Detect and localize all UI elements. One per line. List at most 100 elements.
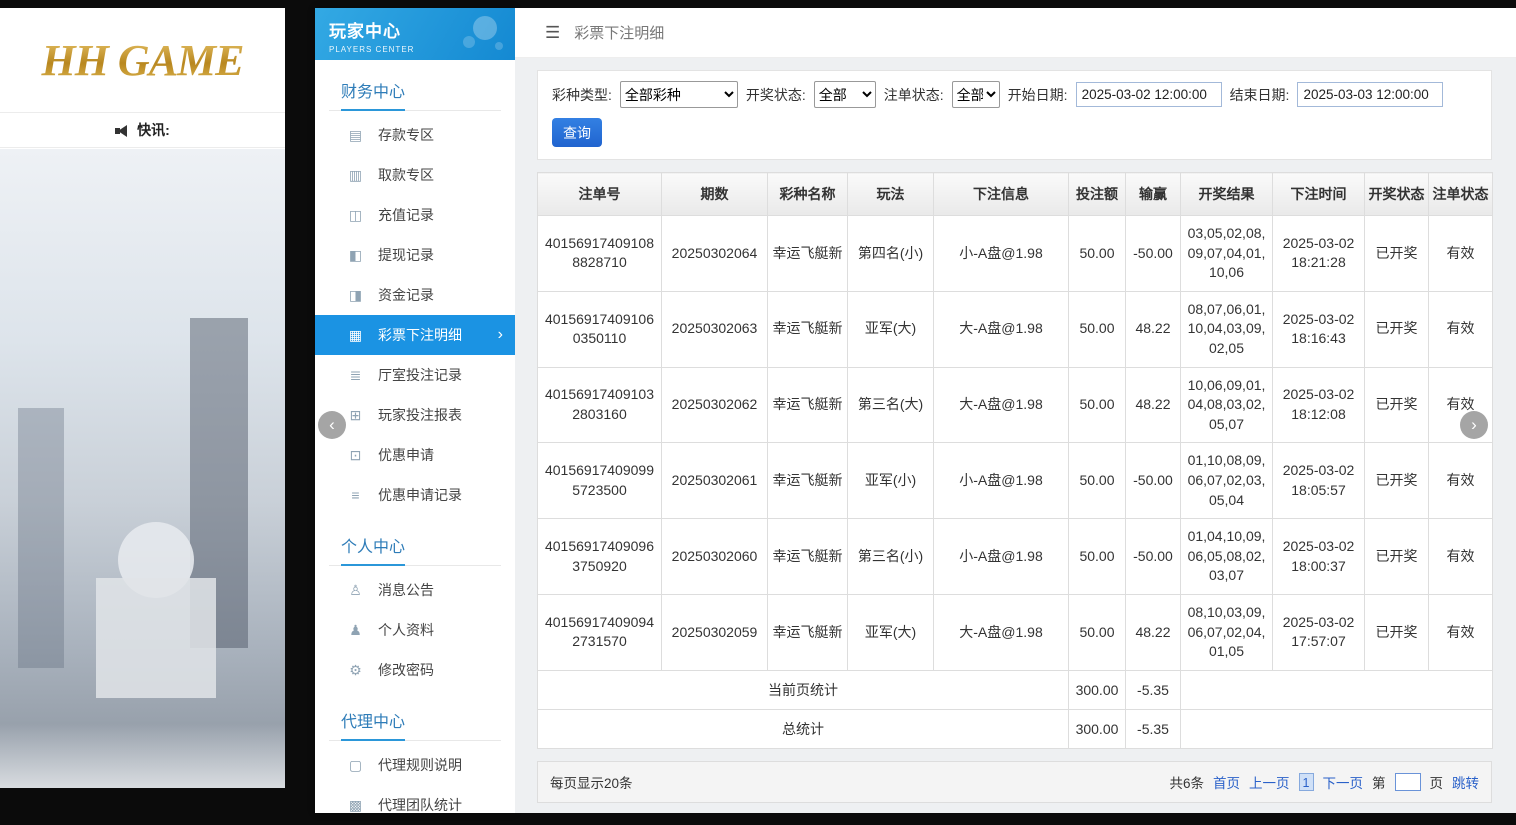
agent-team-icon: ▩: [347, 797, 364, 814]
table-cell: 小-A盘@1.98: [934, 519, 1069, 595]
city-photo: [0, 149, 285, 788]
table-cell: 20250302063: [662, 291, 768, 367]
menu-icon[interactable]: ☰: [545, 23, 560, 43]
end-date-input[interactable]: [1297, 82, 1443, 107]
sidebar-item[interactable]: ⚙修改密码: [315, 650, 515, 690]
table-cell: 401569174091032803160: [538, 367, 662, 443]
query-button[interactable]: 查询: [552, 118, 602, 147]
sidebar-item[interactable]: ▤存款专区: [315, 115, 515, 155]
table-cell: 小-A盘@1.98: [934, 216, 1069, 292]
column-header: 彩种名称: [768, 173, 848, 216]
sidebar-item-label: 消息公告: [378, 580, 434, 600]
lottery-type-select[interactable]: 全部彩种: [620, 81, 738, 108]
table-row: 40156917409103280316020250302062幸运飞艇新第三名…: [538, 367, 1493, 443]
filter-panel: 彩种类型: 全部彩种 开奖状态: 全部 注单状态: 全部 开始日期: 结束日期:…: [537, 70, 1492, 160]
bets-table-wrap: 注单号期数彩种名称玩法下注信息投注额输赢开奖结果下注时间开奖状态注单状态 401…: [537, 172, 1492, 749]
table-cell: 10,06,09,01,04,08,03,02,05,07: [1181, 367, 1273, 443]
end-date-label: 结束日期:: [1230, 85, 1290, 105]
sidebar-item[interactable]: ▢代理规则说明: [315, 745, 515, 785]
building-shape: [96, 578, 216, 698]
sidebar-item[interactable]: ◫充值记录: [315, 195, 515, 235]
table-cell: 03,05,02,08,09,07,04,01,10,06: [1181, 216, 1273, 292]
carousel-left-icon: ‹: [329, 415, 335, 435]
sidebar-header: 玩家中心 PLAYERS CENTER: [315, 8, 515, 60]
sidebar-item[interactable]: ⊡ 优惠申请: [315, 435, 515, 475]
start-date-input[interactable]: [1076, 82, 1222, 107]
jump-link[interactable]: 跳转: [1452, 772, 1479, 792]
page-jump-input[interactable]: [1395, 773, 1421, 791]
start-date-label: 开始日期:: [1008, 85, 1068, 105]
table-row: 40156917409099572350020250302061幸运飞艇新亚军(…: [538, 443, 1493, 519]
table-cell: 50.00: [1069, 216, 1126, 292]
carousel-left-button[interactable]: ‹: [318, 411, 346, 439]
summary-cell: -5.35: [1126, 670, 1181, 709]
order-status-select[interactable]: 全部: [952, 81, 1000, 108]
column-header: 玩法: [848, 173, 934, 216]
table-cell: 2025-03-02 18:00:37: [1273, 519, 1365, 595]
summary-cell: 总统计: [538, 709, 1069, 748]
sidebar-item[interactable]: ▦彩票下注明细›: [315, 315, 515, 355]
table-cell: 50.00: [1069, 367, 1126, 443]
section-title: 个人中心: [329, 523, 501, 566]
table-cell: 大-A盘@1.98: [934, 594, 1069, 670]
next-page-link[interactable]: 下一页: [1323, 772, 1364, 792]
promo-apply-icon: ⊡: [347, 447, 364, 464]
summary-cell: -5.35: [1126, 709, 1181, 748]
table-header-row: 注单号期数彩种名称玩法下注信息投注额输赢开奖结果下注时间开奖状态注单状态: [538, 173, 1493, 216]
sidebar-item[interactable]: ♙ 消息公告: [315, 570, 515, 610]
table-cell: 有效: [1429, 443, 1493, 519]
sidebar-item[interactable]: ◨资金记录: [315, 275, 515, 315]
draw-status-select[interactable]: 全部: [814, 81, 876, 108]
chevron-right-icon: ›: [498, 326, 503, 344]
content: 彩种类型: 全部彩种 开奖状态: 全部 注单状态: 全部 开始日期: 结束日期:…: [537, 70, 1492, 813]
table-cell: 401569174090995723500: [538, 443, 662, 519]
table-cell: 有效: [1429, 594, 1493, 670]
prev-page-link[interactable]: 上一页: [1249, 772, 1290, 792]
summary-cell: 300.00: [1069, 709, 1126, 748]
sidebar-item[interactable]: ▥取款专区: [315, 155, 515, 195]
sidebar-item[interactable]: ≡优惠申请记录: [315, 475, 515, 515]
sidebar-item[interactable]: ≣厅室投注记录: [315, 355, 515, 395]
table-cell: 亚军(小): [848, 443, 934, 519]
profile-icon: ♟: [347, 622, 364, 639]
table-cell: 20250302064: [662, 216, 768, 292]
summary-cell: [1181, 670, 1493, 709]
table-cell: 50.00: [1069, 594, 1126, 670]
message-icon: ♙: [347, 582, 364, 599]
table-cell: 20250302060: [662, 519, 768, 595]
page-suffix-label: 页: [1430, 772, 1444, 792]
player-report-icon: ⊞: [347, 407, 364, 424]
carousel-right-button[interactable]: ›: [1460, 411, 1488, 439]
table-cell: 已开奖: [1365, 443, 1429, 519]
table-cell: 幸运飞艇新: [768, 367, 848, 443]
page-prefix-label: 第: [1372, 772, 1386, 792]
table-cell: 已开奖: [1365, 216, 1429, 292]
sidebar-item[interactable]: ♟个人资料: [315, 610, 515, 650]
section-title: 代理中心: [329, 698, 501, 741]
table-cell: 幸运飞艇新: [768, 216, 848, 292]
cashout-record-icon: ◧: [347, 247, 364, 264]
table-cell: 20250302059: [662, 594, 768, 670]
deposit-icon: ▤: [347, 127, 364, 144]
table-cell: 2025-03-02 18:12:08: [1273, 367, 1365, 443]
password-icon: ⚙: [347, 662, 364, 679]
table-cell: 第三名(小): [848, 519, 934, 595]
table-cell: 大-A盘@1.98: [934, 367, 1069, 443]
sidebar-item-label: 取款专区: [378, 165, 434, 185]
table-cell: 48.22: [1126, 291, 1181, 367]
sidebar-item[interactable]: ▩代理团队统计: [315, 785, 515, 825]
table-cell: 第四名(小): [848, 216, 934, 292]
recharge-record-icon: ◫: [347, 207, 364, 224]
speaker-icon: [115, 124, 130, 137]
column-header: 输赢: [1126, 173, 1181, 216]
sidebar-item-label: 优惠申请: [378, 445, 434, 465]
table-row: 40156917409108882871020250302064幸运飞艇新第四名…: [538, 216, 1493, 292]
sidebar-item-label: 玩家投注报表: [378, 405, 462, 425]
first-page-link[interactable]: 首页: [1213, 772, 1240, 792]
table-cell: 20250302062: [662, 367, 768, 443]
table-cell: 第三名(大): [848, 367, 934, 443]
summary-cell: 当前页统计: [538, 670, 1069, 709]
column-header: 下注信息: [934, 173, 1069, 216]
sidebar-item[interactable]: ◧提现记录: [315, 235, 515, 275]
order-status-label: 注单状态:: [884, 85, 944, 105]
